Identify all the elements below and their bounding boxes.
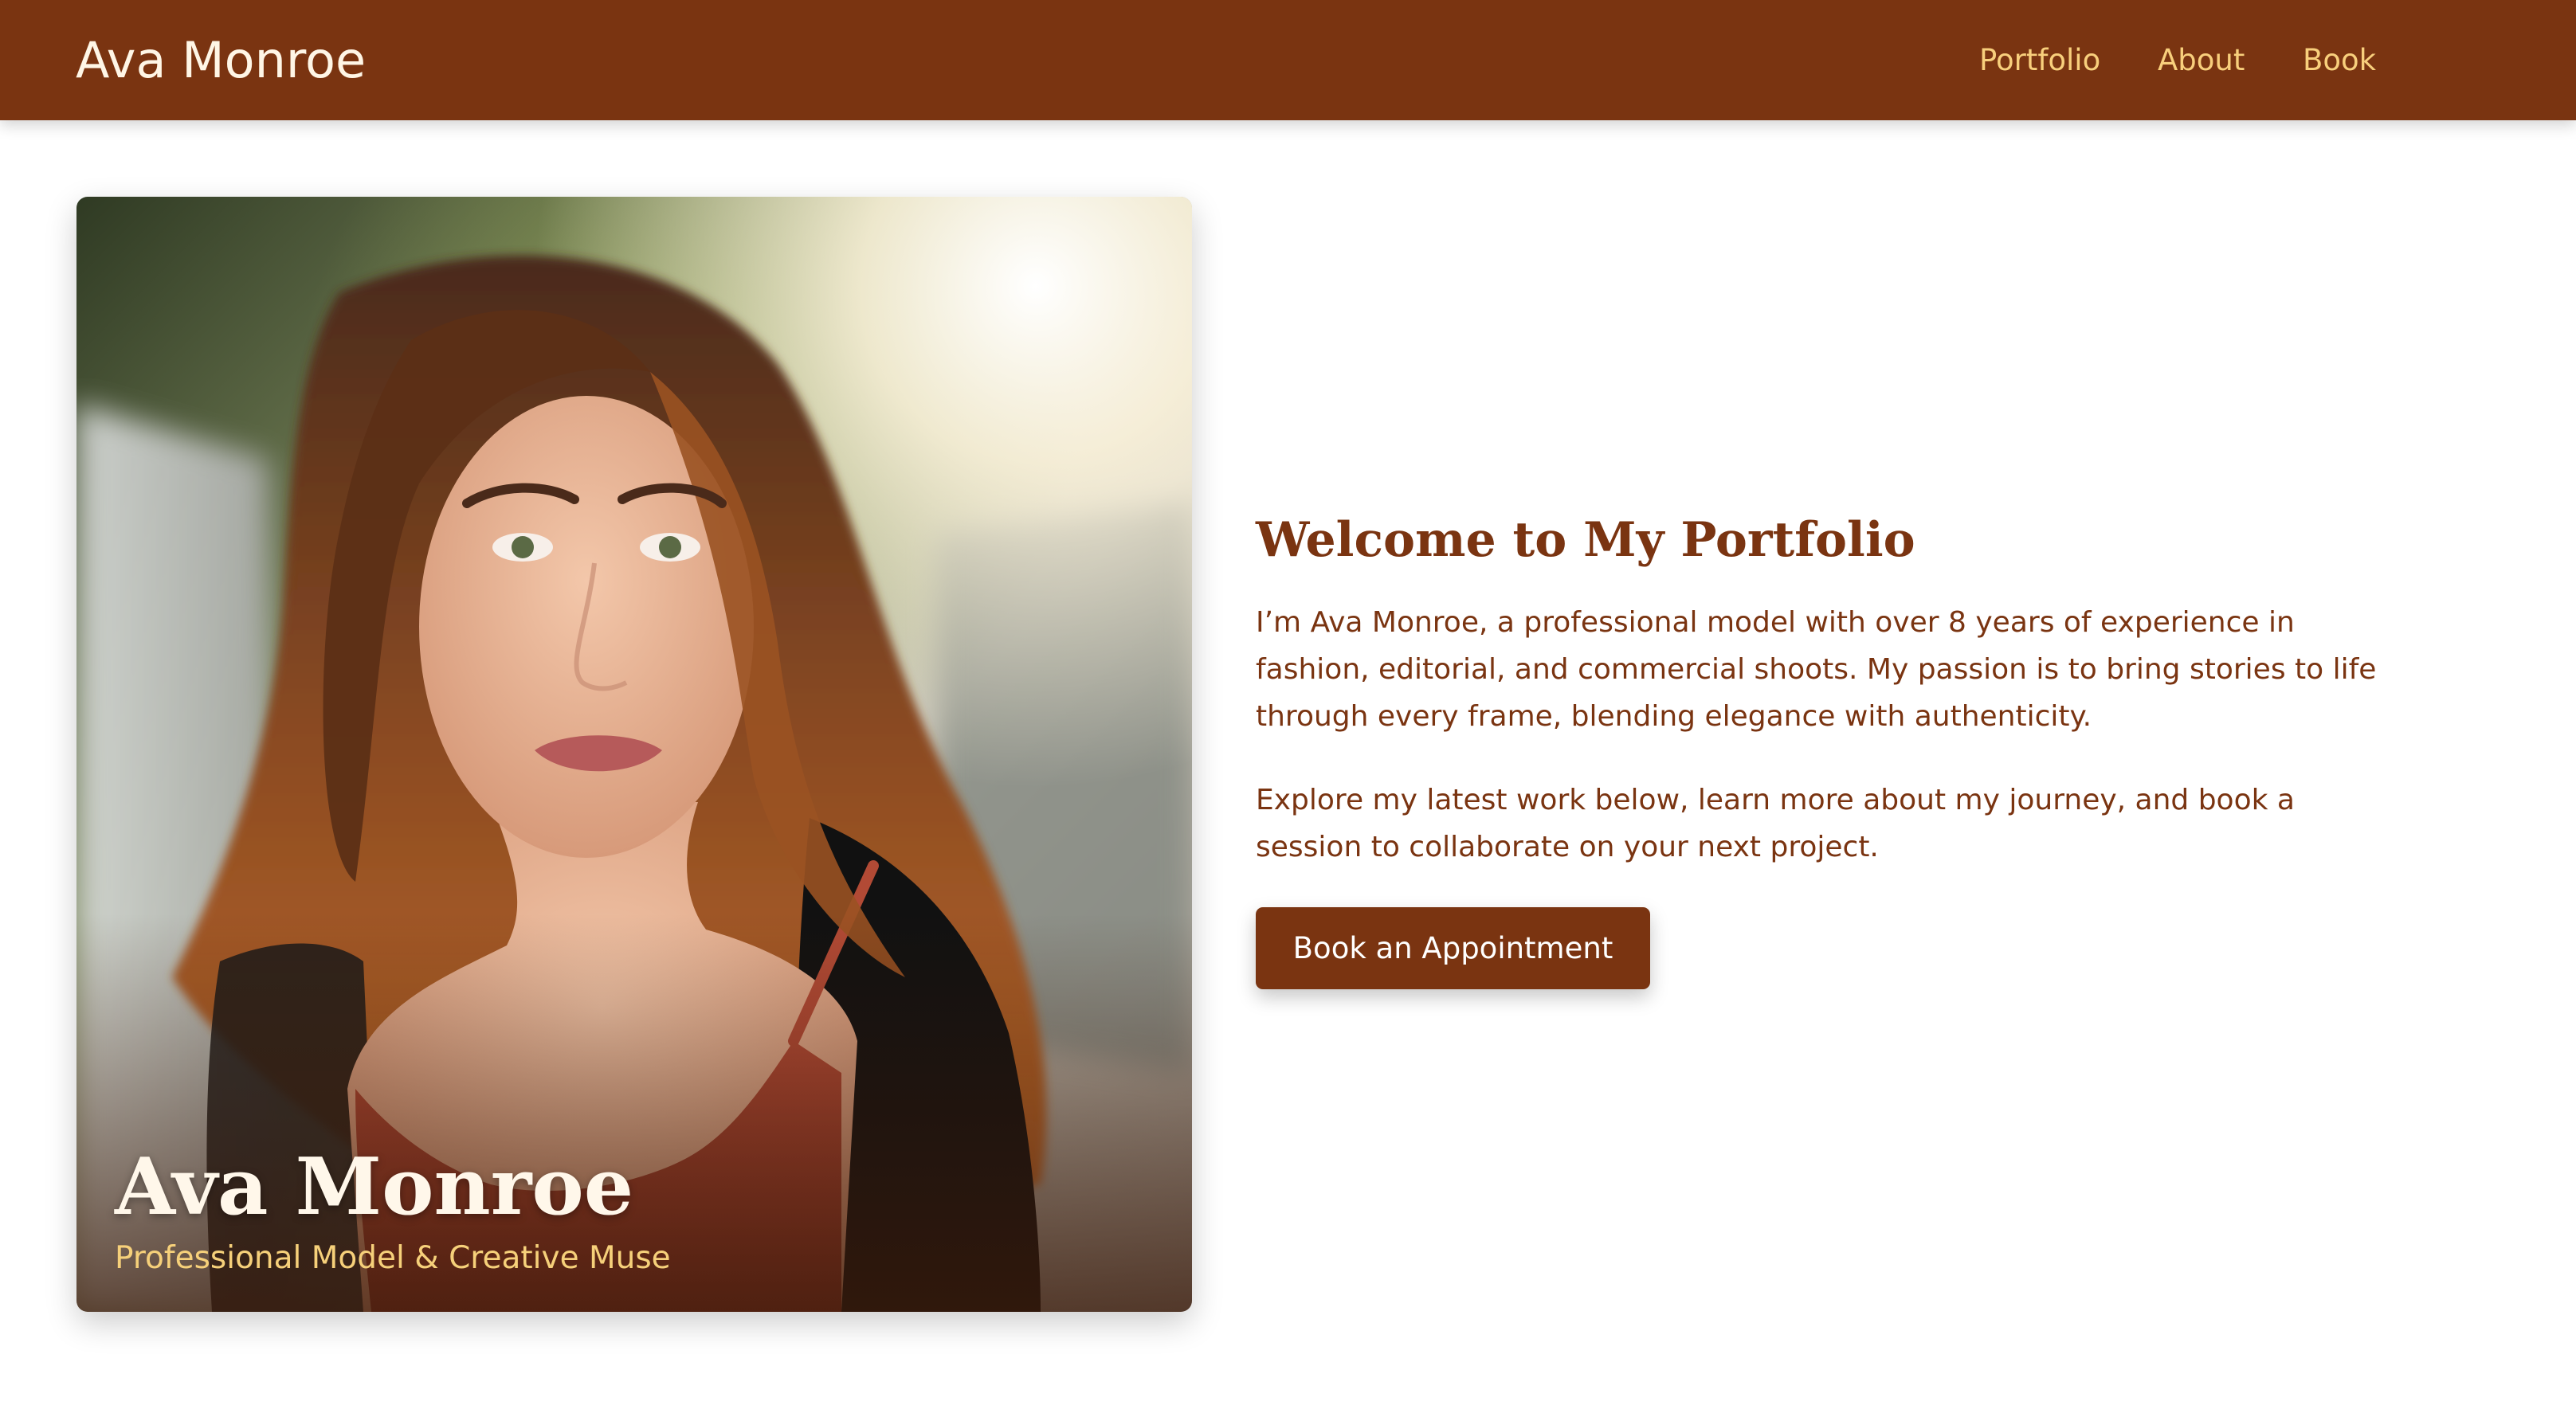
nav-link-book[interactable]: Book xyxy=(2303,41,2376,80)
nav-link-about[interactable]: About xyxy=(2158,41,2245,80)
site-brand[interactable]: Ava Monroe xyxy=(76,30,366,91)
hero-photo-card: Ava Monroe Professional Model & Creative… xyxy=(76,197,1192,1312)
bio-paragraph: I’m Ava Monroe, a professional model wit… xyxy=(1256,606,2377,733)
welcome-title: Welcome to My Portfolio xyxy=(1256,512,1915,568)
hero-subtitle: Professional Model & Creative Muse xyxy=(115,1240,671,1276)
top-navbar: Ava Monroe Portfolio About Book xyxy=(0,0,2576,120)
book-appointment-button[interactable]: Book an Appointment xyxy=(1256,907,1650,989)
hero-name: Ava Monroe xyxy=(115,1141,634,1233)
nav-link-portfolio[interactable]: Portfolio xyxy=(1979,41,2100,80)
bio-paragraph: Explore my latest work below, learn more… xyxy=(1256,784,2295,863)
intro-section: Welcome to My Portfolio I’m Ava Monroe, … xyxy=(1256,502,2387,989)
